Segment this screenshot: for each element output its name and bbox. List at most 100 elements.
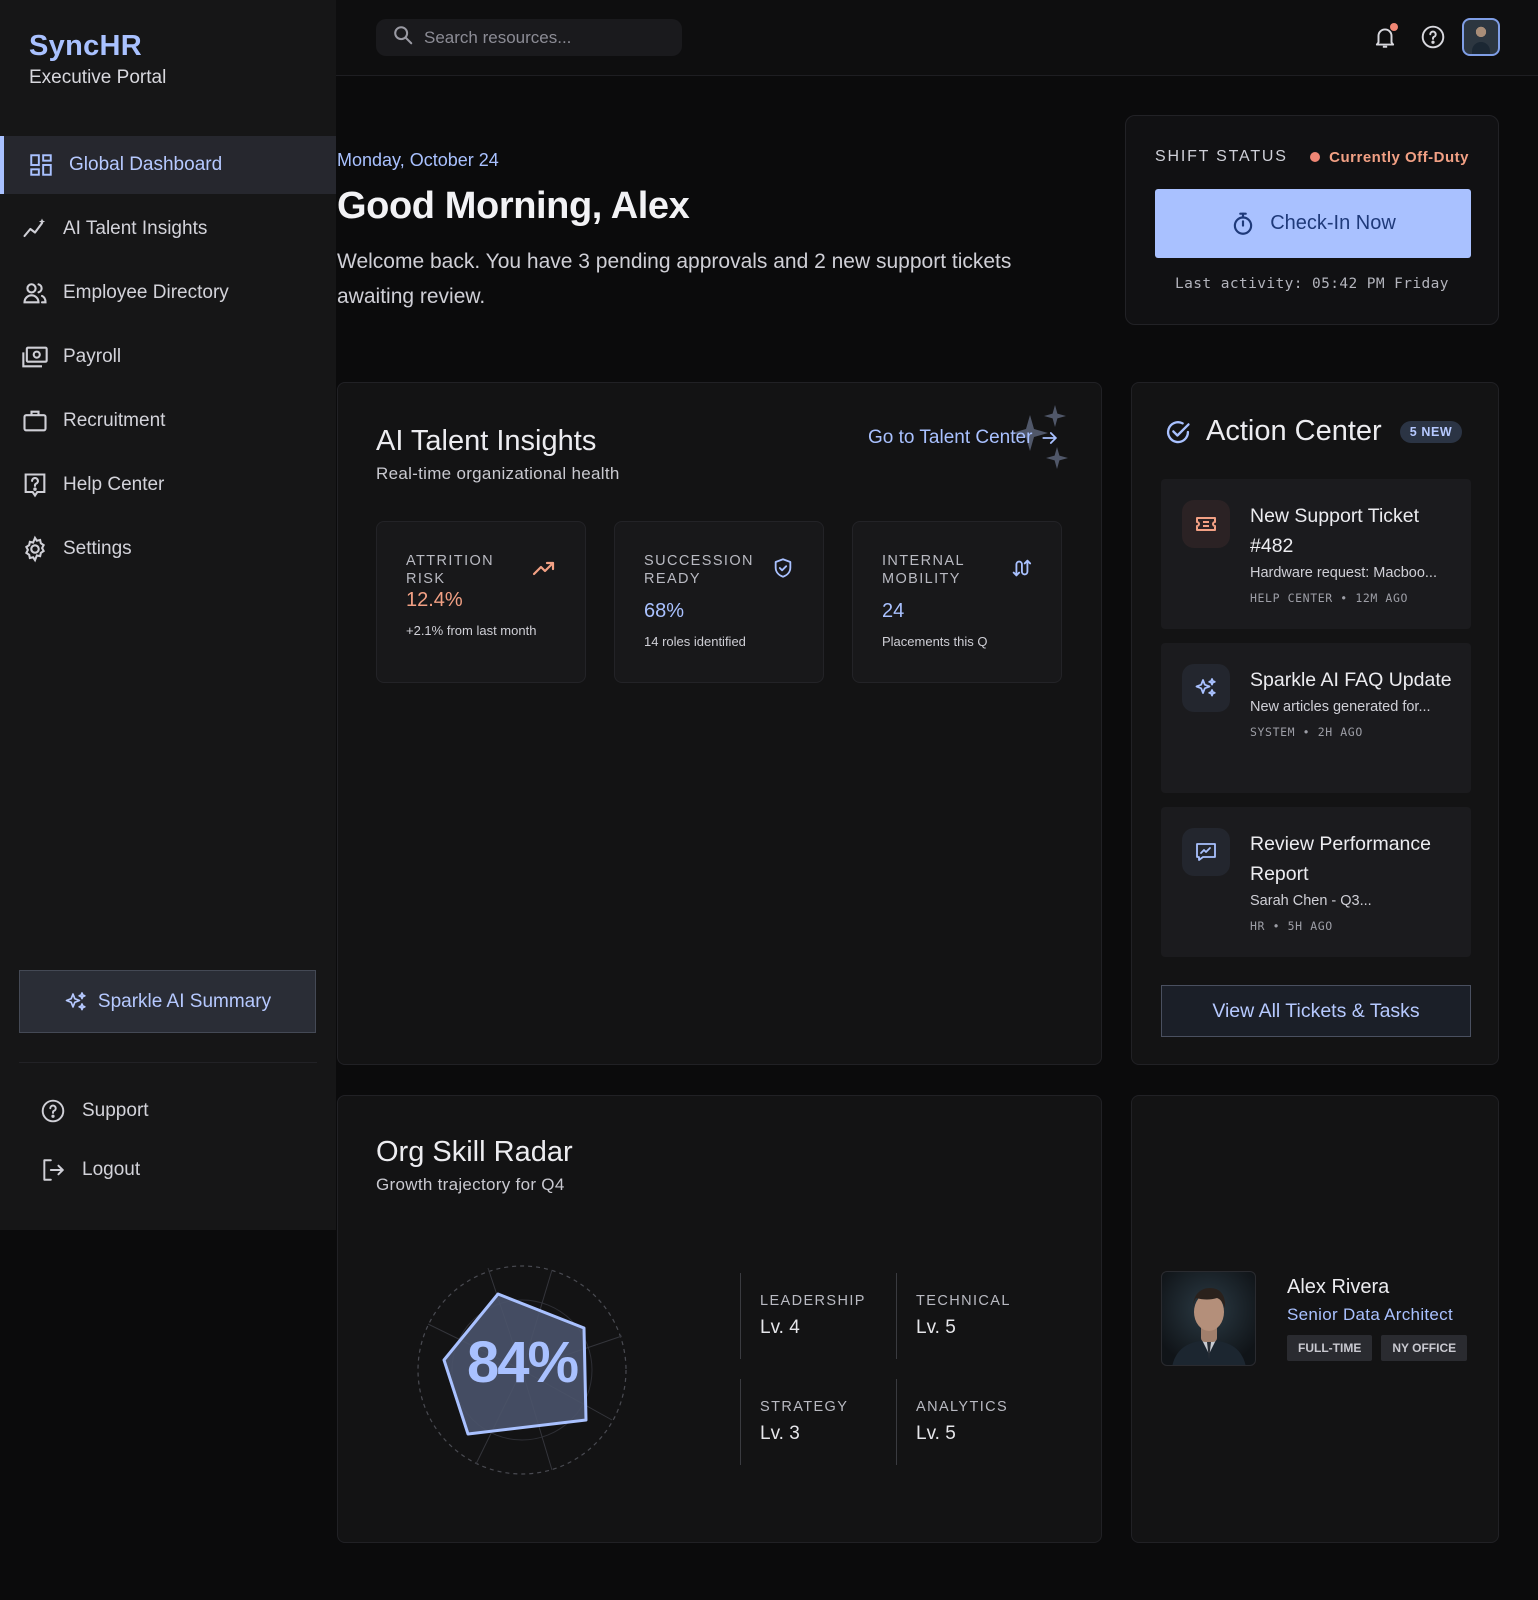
sparkle-ai-summary-label: Sparkle AI Summary <box>97 990 272 1012</box>
new-count-badge: 5 NEW <box>1399 420 1463 443</box>
sidebar-item-global-dashboard[interactable]: Global Dashboard <box>0 136 336 194</box>
sidebar-item-label: AI Talent Insights <box>63 218 208 239</box>
ai-talent-insights-card: AI Talent Insights Real-time organizatio… <box>337 382 1102 1065</box>
skill-strategy: STRATEGY Lv. 3 <box>740 1379 890 1465</box>
greeting-section: Monday, October 24 Good Morning, Alex We… <box>337 150 1067 314</box>
sidebar-nav: Global Dashboard AI Talent Insights Empl… <box>0 136 336 584</box>
sidebar-item-payroll[interactable]: Payroll <box>0 328 336 386</box>
metric-note: Placements this Q <box>882 634 988 649</box>
metric-value: 68% <box>644 600 685 622</box>
brand-subtitle: Executive Portal <box>29 67 167 88</box>
user-avatar[interactable] <box>1462 18 1500 56</box>
sidebar-divider <box>19 1062 317 1063</box>
profile-card: Alex Rivera Senior Data Architect FULL-T… <box>1131 1095 1499 1543</box>
notification-dot <box>1390 23 1398 31</box>
check-in-label: Check-In Now <box>1270 212 1396 234</box>
logout-label: Logout <box>82 1159 141 1180</box>
bell-icon[interactable] <box>1370 22 1400 52</box>
metric-internal-mobility: INTERNAL MOBILITY 24 Placements this Q <box>852 521 1062 683</box>
shift-status-label: SHIFT STATUS <box>1155 148 1288 165</box>
sidebar-item-ai-talent-insights[interactable]: AI Talent Insights <box>0 200 336 258</box>
profile-tags: FULL-TIME NY OFFICE <box>1287 1335 1476 1361</box>
profile-name: Alex Rivera <box>1287 1276 1390 1298</box>
sidebar-item-employee-directory[interactable]: Employee Directory <box>0 264 336 322</box>
trending-up-icon <box>532 558 556 583</box>
card-title: AI Talent Insights <box>376 425 597 457</box>
topbar <box>336 0 1538 76</box>
current-date: Monday, October 24 <box>337 150 499 170</box>
skill-level: Lv. 5 <box>916 1423 956 1444</box>
task-item[interactable]: New Support Ticket #482 Hardware request… <box>1161 479 1471 629</box>
talent-link-label: Go to Talent Center <box>868 427 1033 448</box>
arrow-right-icon <box>1040 428 1060 448</box>
search-bar[interactable] <box>376 19 682 56</box>
task-description: New articles generated for... <box>1250 699 1431 715</box>
sparkle-icon <box>1182 664 1230 712</box>
sidebar-item-help-center[interactable]: Help Center <box>0 456 336 514</box>
sparkle-icon <box>64 990 88 1014</box>
skill-level: Lv. 4 <box>760 1317 800 1338</box>
metric-label: ATTRITION RISK <box>406 553 495 587</box>
task-title: Sparkle AI FAQ Update <box>1250 669 1452 691</box>
last-activity: Last activity: 05:42 PM Friday <box>1175 276 1449 292</box>
shift-status-card: SHIFT STATUS Currently Off-Duty Check-In… <box>1125 115 1499 325</box>
people-icon <box>20 278 50 308</box>
welcome-message: Welcome back. You have 3 pending approva… <box>337 250 1012 308</box>
support-link[interactable]: Support <box>40 1098 149 1124</box>
metric-label: INTERNAL MOBILITY <box>882 552 982 588</box>
skill-technical: TECHNICAL Lv. 5 <box>896 1273 1046 1359</box>
check-circle-icon <box>1164 418 1192 446</box>
skill-level: Lv. 3 <box>760 1423 800 1444</box>
shift-status-indicator: Currently Off-Duty <box>1310 149 1469 166</box>
card-subtitle: Growth trajectory for Q4 <box>376 1175 565 1194</box>
org-skill-radar-card: Org Skill Radar Growth trajectory for Q4… <box>337 1095 1102 1543</box>
status-dot <box>1310 152 1321 162</box>
action-center-title: Action Center <box>1206 415 1382 447</box>
check-in-button[interactable]: Check-In Now <box>1155 189 1471 258</box>
go-to-talent-center-link[interactable]: Go to Talent Center <box>868 427 1060 449</box>
office-location-tag: NY OFFICE <box>1381 1335 1468 1361</box>
shift-status-text: Currently Off-Duty <box>1329 148 1469 166</box>
metric-label-text: SUCCESSION READY <box>644 553 754 587</box>
metric-succession-ready: SUCCESSION READY 68% 14 roles identified <box>614 521 824 683</box>
logout-link[interactable]: Logout <box>40 1157 140 1183</box>
sidebar-item-label: Employee Directory <box>63 282 229 303</box>
search-icon <box>392 24 414 51</box>
profile-photo <box>1161 1271 1256 1366</box>
sidebar-item-settings[interactable]: Settings <box>0 520 336 578</box>
skill-analytics: ANALYTICS Lv. 5 <box>896 1379 1046 1465</box>
employment-type-tag: FULL-TIME <box>1287 1335 1373 1361</box>
skill-label: ANALYTICS <box>916 1399 1009 1415</box>
metric-attrition-risk: ATTRITION RISK 12.4% +2.1% from last mon… <box>376 521 586 683</box>
task-meta: SYSTEM • 2H AGO <box>1250 725 1363 739</box>
help-center-icon <box>20 470 50 500</box>
help-icon[interactable] <box>1418 22 1448 52</box>
metric-note: +2.1% from last month <box>406 623 537 638</box>
metric-value: 12.4% <box>406 589 463 611</box>
swap-arrows-icon <box>1010 557 1032 584</box>
sidebar-item-label: Global Dashboard <box>69 154 223 175</box>
topbar-actions <box>1352 18 1500 56</box>
card-subtitle: Real-time organizational health <box>376 464 620 483</box>
skill-leadership: LEADERSHIP Lv. 4 <box>740 1273 890 1359</box>
task-meta: HELP CENTER • 12M AGO <box>1250 591 1408 605</box>
sidebar-item-recruitment[interactable]: Recruitment <box>0 392 336 450</box>
card-title: Org Skill Radar <box>376 1136 573 1168</box>
metric-value: 24 <box>882 600 905 622</box>
skill-label: TECHNICAL <box>916 1293 1011 1309</box>
sidebar-item-label: Settings <box>63 538 132 559</box>
skill-label: LEADERSHIP <box>760 1293 866 1309</box>
task-item[interactable]: Review Performance Report Sarah Chen - Q… <box>1161 807 1471 957</box>
view-all-tickets-button[interactable]: View All Tickets & Tasks <box>1161 985 1471 1037</box>
sparkle-ai-summary-button[interactable]: Sparkle AI Summary <box>19 970 316 1033</box>
search-input[interactable] <box>424 27 664 48</box>
metric-label: SUCCESSION READY <box>644 552 764 588</box>
task-item[interactable]: Sparkle AI FAQ Update New articles gener… <box>1161 643 1471 793</box>
insights-icon <box>20 214 50 244</box>
task-description: Sarah Chen - Q3... <box>1250 893 1372 909</box>
task-title: New Support Ticket #482 <box>1250 505 1420 557</box>
profile-portrait <box>1172 1288 1246 1365</box>
profile-role: Senior Data Architect <box>1287 1305 1453 1324</box>
brand-name: SyncHR <box>29 30 142 62</box>
brand: SyncHR Executive Portal <box>29 30 166 89</box>
